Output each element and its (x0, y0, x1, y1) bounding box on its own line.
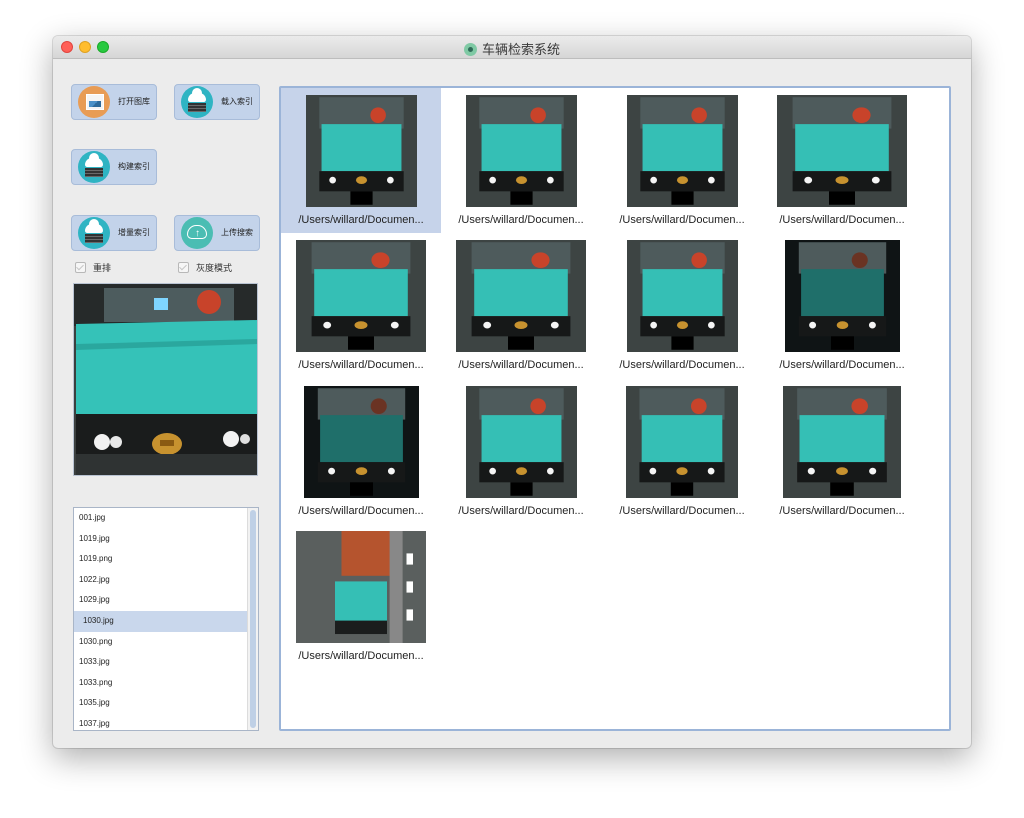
grayscale-label: 灰度模式 (196, 263, 233, 273)
result-item[interactable]: /Users/willard/Documen... (602, 379, 762, 524)
query-image-preview (73, 283, 258, 476)
file-list-item[interactable]: 1019.png (74, 549, 258, 570)
result-caption: /Users/willard/Documen... (298, 359, 424, 371)
results-grid: /Users/willard/Documen... /Users/willard/… (279, 86, 951, 731)
result-thumbnail[interactable] (777, 95, 907, 207)
result-item[interactable]: /Users/willard/Documen... (602, 88, 762, 233)
file-list-item[interactable]: 001.jpg (74, 508, 258, 529)
result-item[interactable]: /Users/willard/Documen... (281, 233, 441, 378)
result-item[interactable]: /Users/willard/Documen... (281, 88, 441, 233)
result-caption: /Users/willard/Documen... (619, 359, 745, 371)
file-list-item[interactable]: 1030.jpg (74, 610, 258, 632)
result-thumbnail[interactable] (304, 386, 419, 498)
grayscale-checkbox[interactable]: 灰度模式 (178, 261, 232, 274)
app-eye-icon (463, 43, 477, 56)
file-list[interactable]: 001.jpg 1019.jpg 1019.png 1022.jpg 1029.jpg 1… (73, 507, 259, 731)
result-caption: /Users/willard/Documen... (458, 359, 584, 371)
result-thumbnail[interactable] (626, 386, 738, 498)
incremental-index-button[interactable]: 增量索引 (71, 215, 157, 251)
file-list-item[interactable]: 1030.png (74, 632, 258, 653)
result-caption: /Users/willard/Documen... (298, 650, 424, 662)
load-index-label: 载入索引 (221, 97, 253, 106)
scrollbar-thumb[interactable] (250, 510, 256, 728)
cloud-database-icon (181, 86, 213, 118)
result-item[interactable]: /Users/willard/Documen... (441, 233, 601, 378)
result-item[interactable]: /Users/willard/Documen... (602, 233, 762, 378)
file-list-item[interactable]: 1037.jpg (74, 714, 258, 730)
result-item[interactable]: /Users/willard/Documen... (762, 233, 922, 378)
result-caption: /Users/willard/Documen... (298, 214, 424, 226)
result-caption: /Users/willard/Documen... (458, 214, 584, 226)
image-icon (78, 86, 110, 118)
window-title-text: 车辆检索系统 (481, 42, 560, 57)
result-caption: /Users/willard/Documen... (779, 359, 905, 371)
file-list-item[interactable]: 1019.jpg (74, 529, 258, 550)
result-item[interactable]: /Users/willard/Documen... (762, 379, 922, 524)
result-thumbnail[interactable] (306, 95, 417, 207)
result-thumbnail[interactable] (783, 386, 901, 498)
result-thumbnail[interactable] (785, 240, 900, 352)
result-thumbnail[interactable] (466, 386, 577, 498)
result-item[interactable]: /Users/willard/Documen... (281, 379, 441, 524)
result-caption: /Users/willard/Documen... (779, 214, 905, 226)
result-caption: /Users/willard/Documen... (458, 505, 584, 517)
result-caption: /Users/willard/Documen... (619, 505, 745, 517)
app-window: 车辆检索系统 打开图库 载入索引 构建索引 增量索引 ↑ 上传搜索 重排 灰度模… (53, 36, 971, 748)
title-bar: 车辆检索系统 (53, 36, 971, 59)
result-item[interactable]: /Users/willard/Documen... (441, 88, 601, 233)
upload-search-button[interactable]: ↑ 上传搜索 (174, 215, 260, 251)
rerank-label: 重排 (93, 263, 112, 273)
file-list-item[interactable]: 1029.jpg (74, 590, 258, 611)
checkbox-box[interactable] (178, 262, 189, 273)
cloud-database-icon (78, 217, 110, 249)
result-caption: /Users/willard/Documen... (619, 214, 745, 226)
cloud-upload-icon: ↑ (181, 217, 213, 249)
result-caption: /Users/willard/Documen... (779, 505, 905, 517)
incremental-index-label: 增量索引 (118, 228, 150, 237)
result-item[interactable]: /Users/willard/Documen... (762, 88, 922, 233)
file-list-scrollbar[interactable] (247, 508, 258, 730)
upload-search-label: 上传搜索 (221, 228, 253, 237)
file-list-item[interactable]: 1035.jpg (74, 693, 258, 714)
open-gallery-button[interactable]: 打开图库 (71, 84, 157, 120)
file-list-item[interactable]: 1022.jpg (74, 570, 258, 591)
open-gallery-label: 打开图库 (118, 97, 150, 106)
result-thumbnail[interactable] (296, 531, 426, 643)
result-caption: /Users/willard/Documen... (298, 505, 424, 517)
result-thumbnail[interactable] (466, 95, 577, 207)
cloud-database-icon (78, 151, 110, 183)
result-item[interactable]: /Users/willard/Documen... (441, 379, 601, 524)
rerank-checkbox[interactable]: 重排 (75, 261, 111, 274)
file-list-item[interactable]: 1033.png (74, 673, 258, 694)
result-thumbnail[interactable] (627, 240, 738, 352)
window-title: 车辆检索系统 (53, 39, 971, 58)
file-list-item[interactable]: 1033.jpg (74, 652, 258, 673)
result-thumbnail[interactable] (627, 95, 738, 207)
result-thumbnail[interactable] (296, 240, 426, 352)
checkbox-box[interactable] (75, 262, 86, 273)
build-index-label: 构建索引 (118, 162, 150, 171)
result-item[interactable]: /Users/willard/Documen... (281, 524, 441, 669)
result-thumbnail[interactable] (456, 240, 586, 352)
load-index-button[interactable]: 载入索引 (174, 84, 260, 120)
build-index-button[interactable]: 构建索引 (71, 149, 157, 185)
